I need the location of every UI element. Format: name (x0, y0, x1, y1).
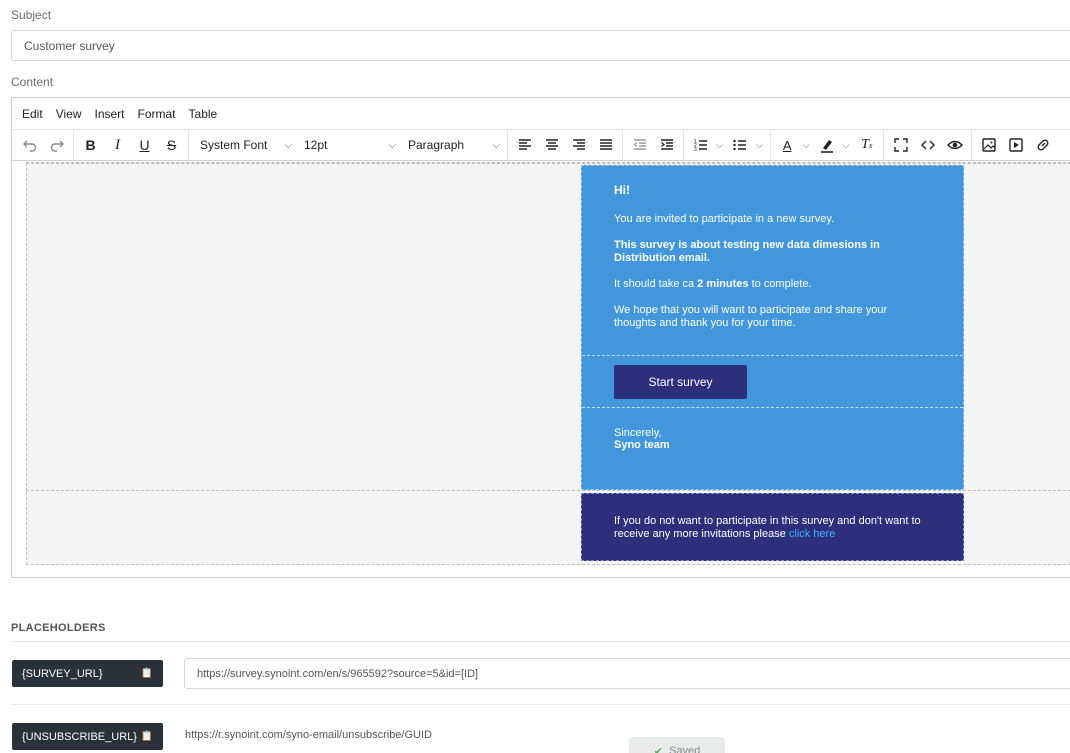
divider (11, 641, 1070, 642)
invite-text: You are invited to participate in a new … (614, 213, 835, 225)
placeholder-tag-survey-url[interactable]: {SURVEY_URL} 📋 (12, 660, 163, 687)
sincerely-text: Sincerely, (614, 427, 662, 439)
font-family-value: System Font (200, 138, 268, 152)
block-format-value: Paragraph (408, 138, 465, 152)
bullet-list-icon (727, 132, 754, 158)
chevron-down-icon: ⌵ (755, 139, 763, 150)
saved-label: Saved (669, 745, 701, 753)
link-icon[interactable] (1029, 132, 1056, 158)
placeholder-tag-unsubscribe-url[interactable]: {UNSUBSCRIBE_URL} 📋 (12, 723, 163, 750)
check-icon: ✔ (653, 746, 663, 753)
menu-insert[interactable]: Insert (94, 107, 124, 121)
footer-text: If you do not want to participate in thi… (614, 515, 921, 540)
chevron-down-icon: ⌵ (802, 139, 810, 150)
start-survey-button[interactable]: Start survey (614, 365, 747, 399)
highlight-color-button[interactable]: ⌵ (813, 132, 853, 158)
email-intro-section: Hi! You are invited to participate in a … (582, 166, 963, 356)
unsubscribe-link[interactable]: click here (789, 528, 835, 540)
image-icon[interactable] (975, 132, 1002, 158)
source-code-icon[interactable] (914, 132, 941, 158)
email-signature-section: Sincerely, Syno team (582, 408, 963, 491)
undo-icon[interactable] (16, 132, 43, 158)
time-bold: 2 minutes (697, 278, 749, 290)
hope-text: We hope that you will want to participat… (614, 304, 888, 329)
email-footer-block[interactable]: If you do not want to participate in thi… (581, 493, 964, 561)
numbered-list-button[interactable]: 123 ⌵ (687, 132, 727, 158)
clear-formatting-icon[interactable]: Tx (853, 132, 880, 158)
highlighter-icon (813, 132, 840, 158)
editor-toolbar: B I U S System Font ⌵ 12pt ⌵ Paragraph ⌵ (12, 129, 1070, 161)
time-suffix: to complete. (748, 278, 812, 290)
numbered-list-icon: 123 (687, 132, 714, 158)
greeting-text: Hi! (614, 183, 630, 197)
italic-icon[interactable]: I (104, 132, 131, 158)
survey-url-field[interactable] (184, 658, 1070, 689)
text-color-button[interactable]: A ⌵ (774, 132, 814, 158)
subject-label: Subject (11, 8, 52, 22)
menu-table[interactable]: Table (189, 107, 218, 121)
time-prefix: It should take ca (614, 278, 698, 290)
menu-view[interactable]: View (56, 107, 82, 121)
svg-text:3: 3 (694, 147, 697, 153)
bold-icon[interactable]: B (77, 132, 104, 158)
email-body-block[interactable]: Hi! You are invited to participate in a … (581, 165, 964, 490)
content-label: Content (11, 75, 54, 89)
placeholders-heading: PLACEHOLDERS (11, 622, 106, 634)
unsubscribe-url-text: https://r.synoint.com/syno-email/unsubsc… (185, 729, 432, 741)
clipboard-icon[interactable]: 📋 (141, 668, 153, 679)
font-size-select[interactable]: 12pt ⌵ (296, 132, 400, 158)
fullscreen-icon[interactable] (887, 132, 914, 158)
preview-eye-icon[interactable] (941, 132, 968, 158)
align-left-icon[interactable] (511, 132, 538, 158)
time-text: It should take ca 2 minutes to complete. (614, 278, 931, 291)
redo-icon[interactable] (43, 132, 70, 158)
editor-canvas[interactable]: Hi! You are invited to participate in a … (26, 162, 1070, 565)
chevron-down-icon: ⌵ (492, 139, 500, 151)
chevron-down-icon: ⌵ (284, 139, 292, 151)
subject-input[interactable] (11, 30, 1070, 61)
align-justify-icon[interactable] (592, 132, 619, 158)
divider (11, 704, 1070, 705)
block-format-select[interactable]: Paragraph ⌵ (400, 132, 504, 158)
rich-text-editor[interactable]: Edit View Insert Format Table B I U S Sy… (11, 97, 1070, 578)
email-button-section: Start survey (582, 356, 963, 408)
menu-format[interactable]: Format (138, 107, 176, 121)
font-size-value: 12pt (304, 138, 328, 152)
align-right-icon[interactable] (565, 132, 592, 158)
underline-icon[interactable]: U (131, 132, 158, 158)
editor-menubar: Edit View Insert Format Table (12, 98, 1070, 129)
media-icon[interactable] (1002, 132, 1029, 158)
align-center-icon[interactable] (538, 132, 565, 158)
chevron-down-icon: ⌵ (842, 139, 850, 150)
saved-button[interactable]: ✔ Saved (629, 737, 725, 753)
placeholder-tag-label: {SURVEY_URL} (22, 667, 103, 680)
clipboard-icon[interactable]: 📋 (141, 731, 153, 742)
team-text: Syno team (614, 439, 670, 451)
text-color-icon: A (782, 137, 792, 153)
font-family-select[interactable]: System Font ⌵ (192, 132, 296, 158)
outdent-icon[interactable] (626, 132, 653, 158)
menu-edit[interactable]: Edit (22, 107, 43, 121)
about-text: This survey is about testing new data di… (614, 239, 880, 264)
chevron-down-icon: ⌵ (388, 139, 396, 151)
placeholder-tag-label: {UNSUBSCRIBE_URL} (22, 730, 137, 743)
bullet-list-button[interactable]: ⌵ (727, 132, 767, 158)
strikethrough-icon[interactable]: S (158, 132, 185, 158)
chevron-down-icon: ⌵ (716, 139, 723, 150)
indent-icon[interactable] (653, 132, 680, 158)
